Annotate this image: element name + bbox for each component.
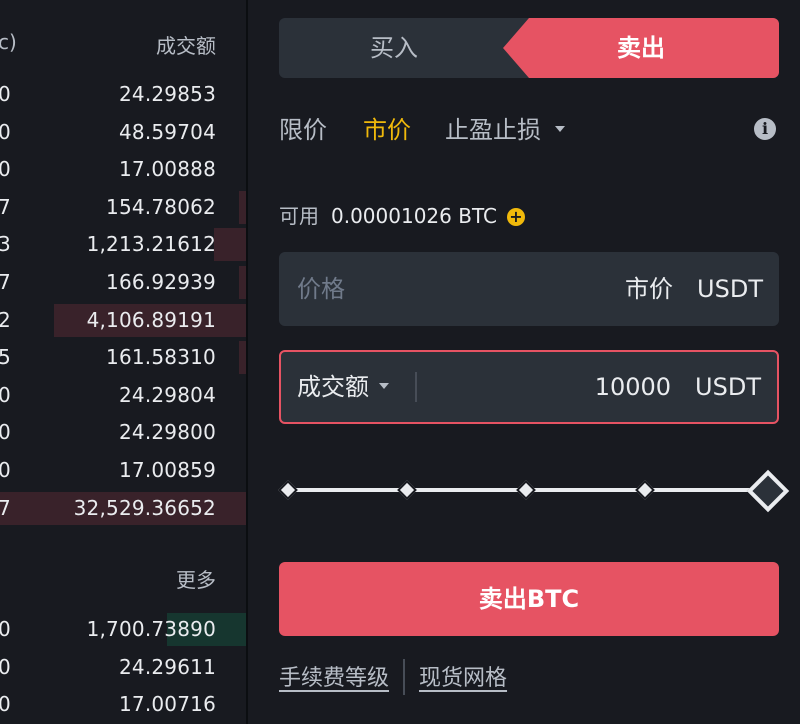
price-unit: USDT [697, 275, 763, 303]
row-amount-fragment: 7 [0, 495, 11, 520]
table-row[interactable]: 5 161.58310 [0, 339, 246, 376]
table-row[interactable]: 0 48.59704 [0, 114, 246, 151]
slider-mark-75[interactable] [635, 480, 655, 500]
slider-mark-50[interactable] [516, 480, 536, 500]
row-total: 24.29804 [118, 382, 216, 407]
table-row[interactable]: 0 24.29804 [0, 377, 246, 414]
total-type-select[interactable]: 成交额 [297, 352, 389, 422]
row-amount-fragment: 0 [0, 157, 11, 182]
buy-tab[interactable]: 买入 [279, 18, 509, 78]
bottom-links: 手续费等级 现货网格 [279, 659, 507, 697]
depth-bar [239, 190, 246, 224]
row-total: 161.58310 [106, 345, 216, 370]
sell-tab[interactable]: 卖出 [503, 18, 779, 78]
spot-grid-link[interactable]: 现货网格 [419, 666, 507, 691]
available-balance: 可用 0.00001026 BTC + [279, 200, 525, 229]
depth-bar [214, 228, 246, 262]
total-type-label: 成交额 [297, 373, 369, 401]
slider-mark-25[interactable] [397, 480, 417, 500]
price-right: 市价 USDT [625, 252, 763, 326]
price-placeholder: 价格 [297, 275, 345, 303]
available-value: 0.00001026 BTC [331, 204, 497, 228]
row-amount-fragment: 3 [0, 232, 11, 257]
row-total: 24.29853 [118, 82, 216, 106]
table-row[interactable]: 0 24.29800 [0, 414, 246, 451]
row-total: 24.29800 [118, 420, 216, 445]
table-row[interactable]: 7 166.92939 [0, 264, 246, 301]
row-total: 166.92939 [106, 270, 216, 294]
row-total: 4,106.89191 [86, 307, 216, 332]
link-separator [403, 659, 406, 695]
field-separator [415, 372, 417, 402]
row-amount-fragment: 0 [0, 458, 11, 482]
tab-stop-limit[interactable]: 止盈止损 [445, 110, 565, 145]
tab-limit[interactable]: 限价 [279, 110, 327, 145]
row-total: 24.29611 [118, 654, 216, 679]
order-book: c) 成交额 0 24.29853 0 48.59704 0 17.00888 7 154.7… [0, 0, 246, 724]
table-row[interactable]: 0 17.00888 [0, 151, 246, 188]
row-amount-fragment: 2 [0, 307, 11, 332]
row-total: 154.78062 [106, 194, 216, 219]
price-mode: 市价 [625, 275, 674, 303]
slider-thumb[interactable] [746, 469, 790, 513]
price-field[interactable]: 价格 市价 USDT [279, 252, 779, 326]
depth-bar [239, 266, 246, 299]
row-total: 48.59704 [118, 119, 216, 144]
row-amount-fragment: 0 [0, 82, 11, 106]
table-row[interactable]: 0 24.29853 [0, 76, 246, 113]
row-total: 17.00859 [118, 458, 216, 482]
row-amount-fragment: 0 [0, 119, 11, 144]
row-amount-fragment: 5 [0, 345, 11, 370]
tab-stop-limit-label: 止盈止损 [445, 116, 541, 144]
row-total: 17.00716 [118, 692, 216, 717]
row-amount-fragment: 7 [0, 194, 11, 219]
row-amount-fragment: 0 [0, 420, 11, 445]
sell-btc-button[interactable]: 卖出BTC [279, 562, 779, 636]
column-header-total: 成交额 [156, 34, 216, 58]
row-amount-fragment: 0 [0, 617, 11, 641]
table-row[interactable]: 2 4,106.89191 [0, 302, 246, 339]
row-total: 17.00888 [118, 157, 216, 182]
order-book-header: c) 成交额 [0, 30, 216, 60]
more-button[interactable]: 更多 [176, 564, 216, 593]
row-total: 1,213.21612 [86, 232, 216, 257]
row-total: 1,700.73890 [86, 617, 216, 641]
row-amount-fragment: 0 [0, 382, 11, 407]
total-unit: USDT [695, 373, 761, 401]
amount-slider[interactable] [278, 469, 790, 513]
row-total: 32,529.36652 [73, 495, 216, 520]
table-row[interactable]: 0 17.00716 [0, 686, 246, 723]
depth-bar [239, 341, 246, 375]
row-amount-fragment: 0 [0, 692, 11, 717]
trade-panel: 买入 卖出 限价 市价 止盈止损 i 可用 0.00001026 BTC + 价格 … [248, 0, 800, 724]
info-icon[interactable]: i [754, 118, 776, 140]
tab-market[interactable]: 市价 [363, 110, 411, 145]
table-row[interactable]: 7 32,529.36652 [0, 490, 246, 527]
table-row[interactable]: 7 154.78062 [0, 189, 246, 226]
chevron-down-icon [379, 383, 389, 389]
total-right: 10000 USDT [595, 352, 761, 422]
plus-circle-icon[interactable]: + [506, 208, 525, 226]
slider-mark-0[interactable] [278, 480, 298, 500]
fee-level-link[interactable]: 手续费等级 [279, 666, 389, 691]
column-header-amount-btc: c) [0, 30, 17, 54]
buy-sell-toggle: 买入 卖出 [279, 18, 779, 78]
available-label: 可用 [279, 204, 319, 228]
total-input[interactable]: 10000 [595, 373, 671, 401]
table-row[interactable]: 3 1,213.21612 [0, 226, 246, 263]
table-row[interactable]: 0 17.00859 [0, 452, 246, 489]
chevron-down-icon [555, 126, 565, 132]
row-amount-fragment: 7 [0, 270, 11, 294]
table-row[interactable]: 0 1,700.73890 [0, 611, 246, 648]
table-row[interactable]: 0 24.29611 [0, 649, 246, 686]
row-amount-fragment: 0 [0, 654, 11, 679]
total-field[interactable]: 成交额 10000 USDT [279, 350, 779, 424]
